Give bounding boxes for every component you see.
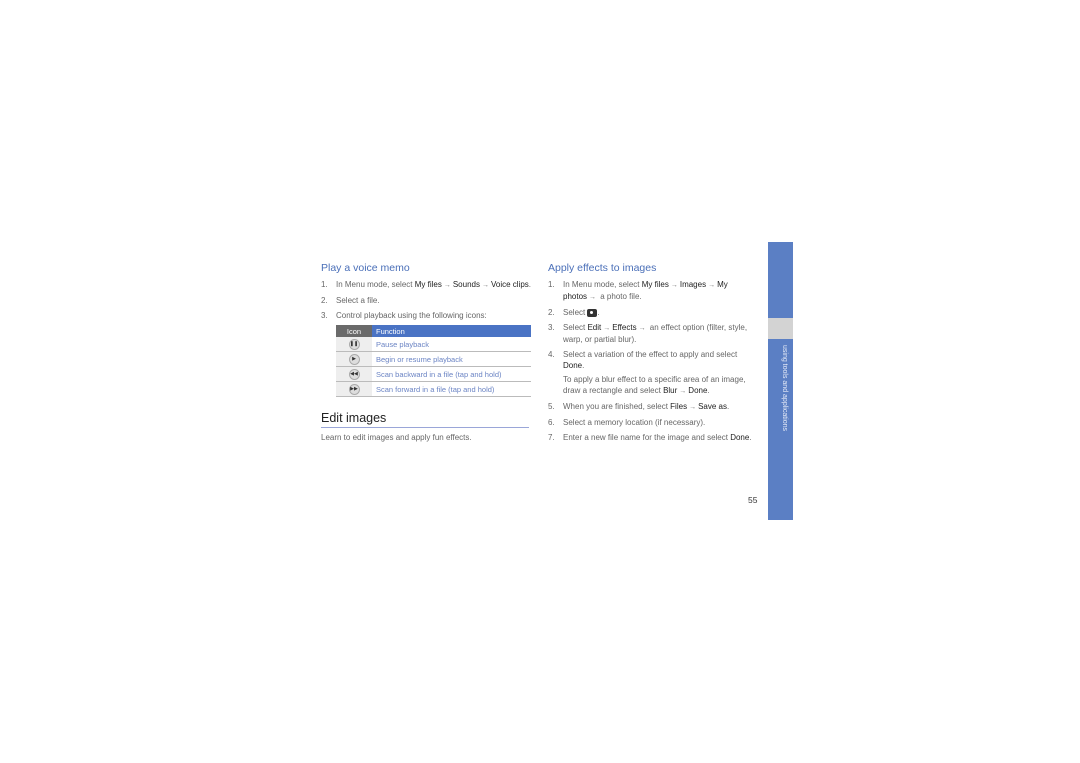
arrow-icon: → [589,294,597,301]
edit-image-icon [587,308,598,317]
step-2: 2. Select . [548,308,600,317]
play-voice-memo-heading: Play a voice memo [321,262,410,274]
step-6: 6. Select a memory location (if necessar… [548,418,706,427]
header-function: Function [372,325,531,337]
edit-images-heading: Edit images [321,411,529,428]
arrow-icon: → [638,325,646,332]
chapter-label: using tools and applications [781,345,788,432]
step-7: 7. Enter a new file name for the image a… [548,433,752,442]
arrow-icon: → [708,282,716,289]
effects-steps: 1. In Menu mode, select My files → Images →… [548,279,760,443]
table-row: ◀◀ Scan backward in a file (tap and hold… [336,366,531,382]
fast-forward-icon: ▶▶ [348,384,360,395]
table-row: ▶ Begin or resume playback [336,351,531,367]
arrow-icon: → [689,404,697,411]
step-3: 3. Select Edit → Effects → an effect option… [548,323,748,344]
play-steps: 1. In Menu mode, select My files → Sounds →… [321,279,533,321]
table-header: Icon Function [336,325,531,337]
table-row: ▶▶ Scan forward in a file (tap and hold) [336,381,531,397]
page-number: 55 [748,495,758,505]
arrow-icon: → [679,388,687,395]
header-icon: Icon [336,325,372,337]
blur-note: To apply a blur effect to a specific are… [563,375,746,395]
step-5: 5. When you are finished, select Files → S… [548,402,730,411]
arrow-icon: → [670,282,678,289]
edit-images-description: Learn to edit images and apply fun effec… [321,433,472,442]
apply-effects-heading: Apply effects to images [548,262,657,274]
side-tab-marker [768,318,793,339]
arrow-icon: → [443,282,451,289]
table-row: ❚❚ Pause playback [336,337,531,352]
left-column: Play a voice memo 1. In Menu mode, selec… [321,262,533,442]
arrow-icon: → [481,282,489,289]
play-icon: ▶ [348,354,360,365]
step-3: 3. Control playback using the following … [321,311,487,320]
step-2: 2. Select a file. [321,296,380,305]
step-1: 1. In Menu mode, select My files → Images →… [548,280,728,301]
pause-icon: ❚❚ [348,339,360,350]
step-4: 4. Select a variation of the effect to a… [548,349,760,397]
right-column: Apply effects to images 1. In Menu mode,… [548,262,760,447]
arrow-icon: → [603,325,611,332]
step-1: 1. In Menu mode, select My files → Sounds →… [321,280,532,289]
playback-icons-table: Icon Function ❚❚ Pause playback ▶ Begin … [336,325,531,397]
rewind-icon: ◀◀ [348,369,360,380]
chapter-side-tab: using tools and applications [768,242,793,520]
